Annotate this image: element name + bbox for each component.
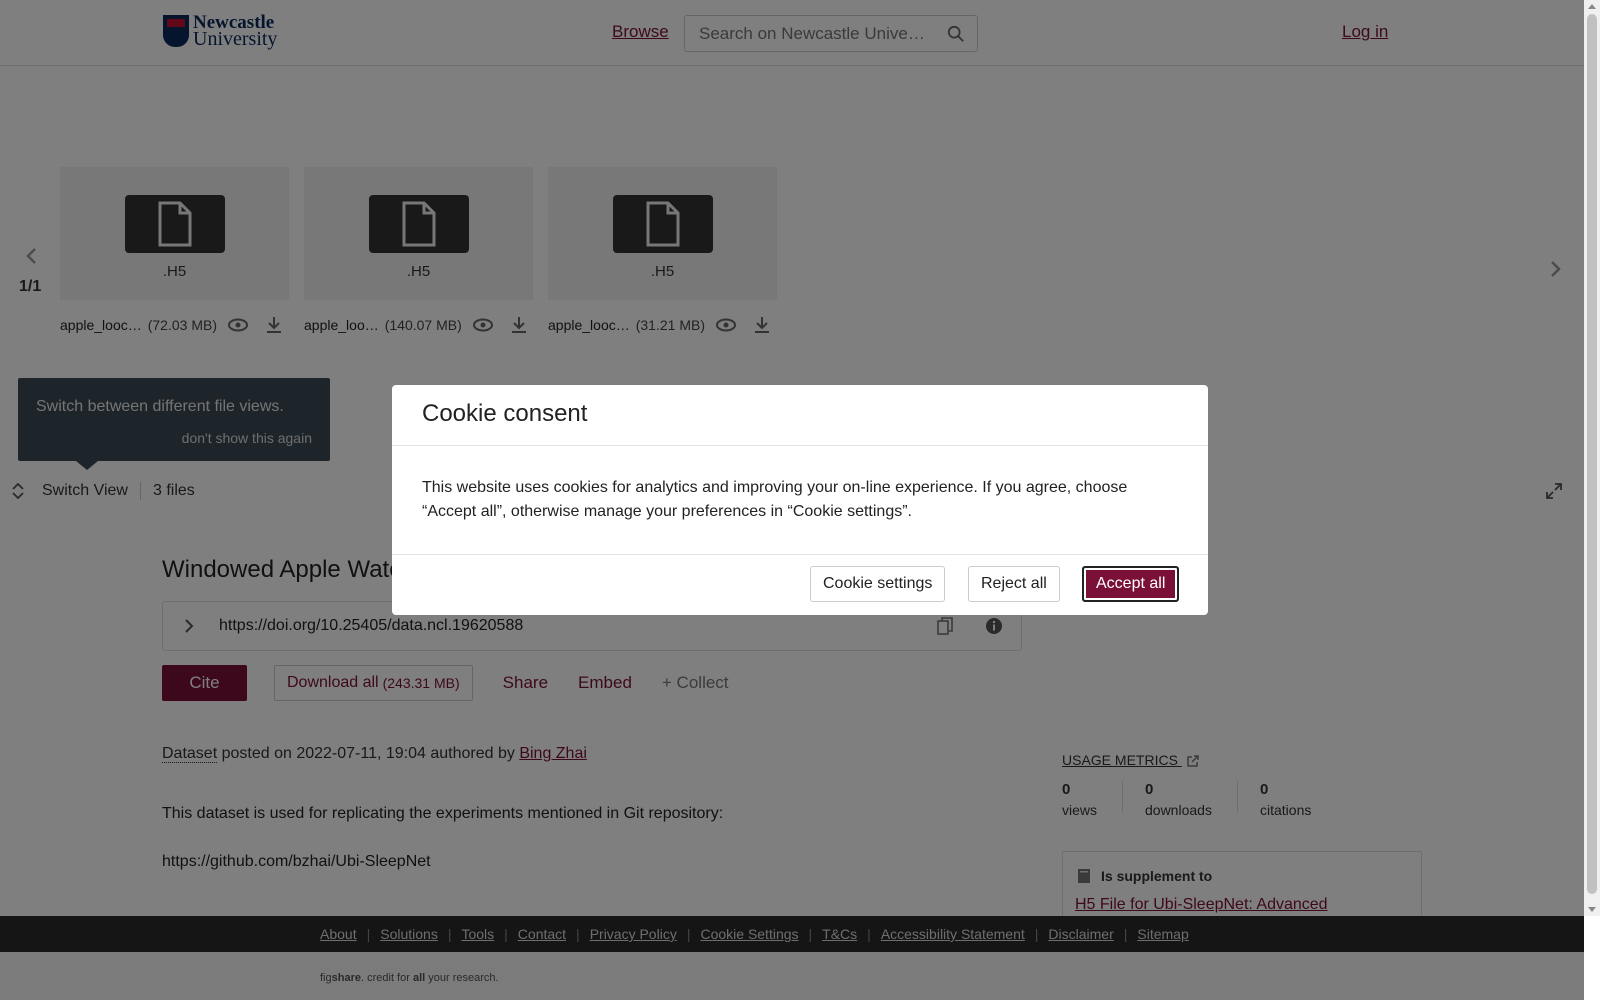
cookie-consent-dialog: Cookie consent This website uses cookies… — [392, 385, 1208, 615]
dialog-title: Cookie consent — [392, 385, 1208, 446]
scroll-down-arrow[interactable] — [1588, 907, 1596, 912]
dialog-footer: Cookie settings Reject all Accept all — [392, 555, 1208, 615]
cookie-settings-button[interactable]: Cookie settings — [810, 566, 946, 602]
scroll-up-arrow[interactable] — [1588, 4, 1596, 9]
scroll-thumb[interactable] — [1587, 14, 1597, 894]
page-scrollbar[interactable] — [1584, 0, 1600, 916]
reject-all-button[interactable]: Reject all — [968, 566, 1060, 602]
accept-all-button[interactable]: Accept all — [1082, 566, 1180, 602]
dialog-body: This website uses cookies for analytics … — [392, 446, 1208, 555]
